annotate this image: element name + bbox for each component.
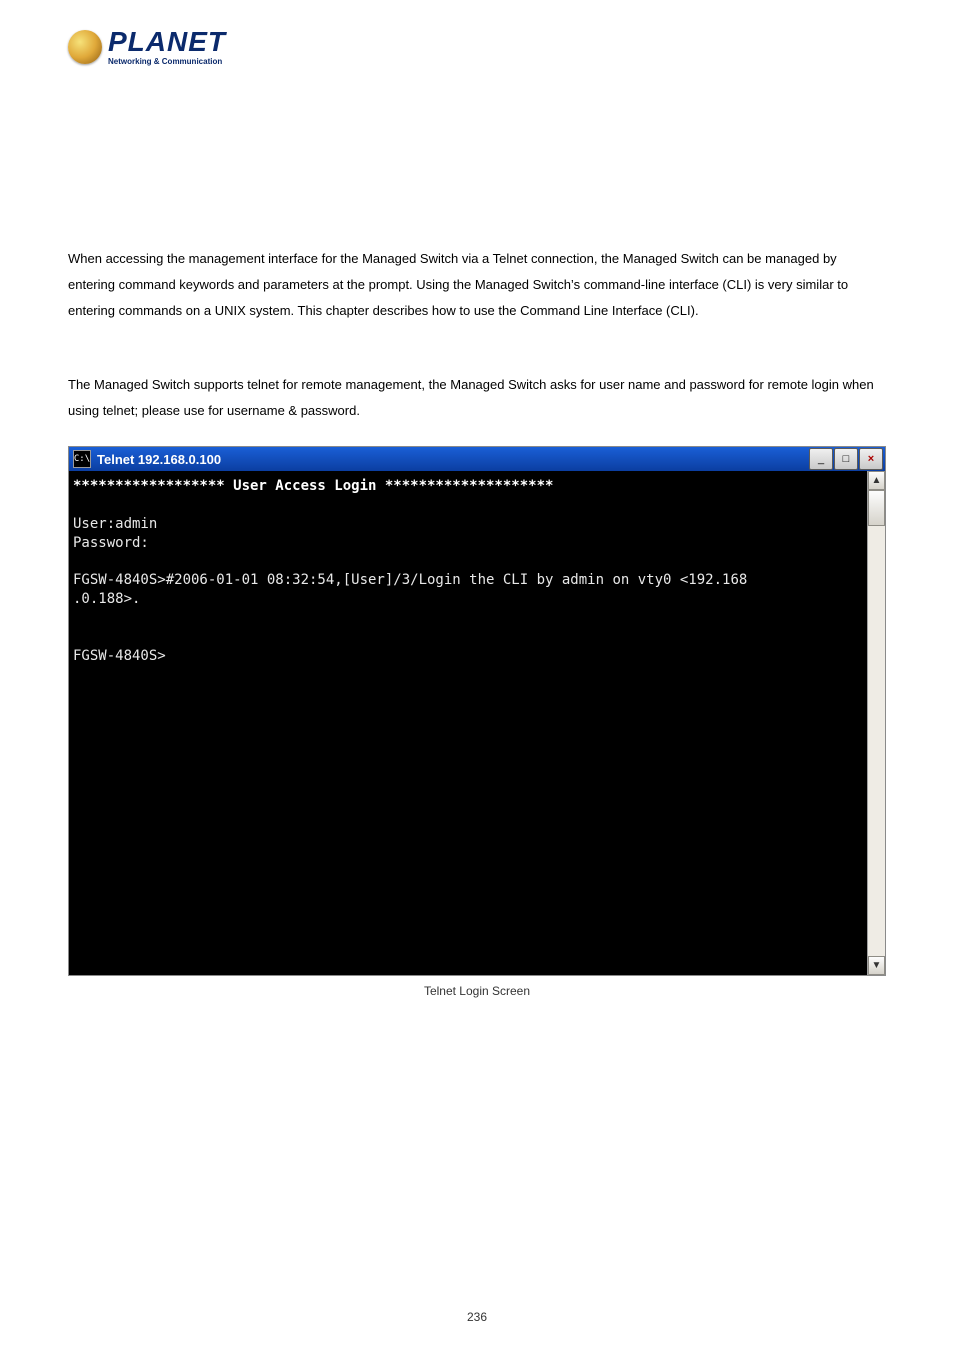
telnet-window: C:\ Telnet 192.168.0.100 _ □ × *********…: [68, 446, 886, 976]
maximize-icon: □: [843, 453, 850, 465]
arrow-up-icon: ▲: [872, 475, 882, 486]
minimize-icon: _: [818, 453, 824, 465]
terminal-log-line-b: .0.188>.: [73, 591, 140, 607]
brand-tagline: Networking & Communication: [108, 58, 226, 66]
scroll-thumb[interactable]: [868, 490, 885, 526]
window-title: Telnet 192.168.0.100: [97, 452, 221, 467]
intro-paragraph: When accessing the management interface …: [68, 246, 886, 324]
login-paragraph-pre: The Managed Switch supports telnet for r…: [68, 377, 874, 418]
page: PLANET Networking & Communication When a…: [0, 0, 954, 1350]
vertical-scrollbar[interactable]: ▲ ▼: [867, 471, 885, 975]
login-paragraph: The Managed Switch supports telnet for r…: [68, 372, 886, 424]
minimize-button[interactable]: _: [809, 448, 833, 470]
login-paragraph-post: for username & password.: [208, 403, 360, 418]
terminal-log-line-a: FGSW-4840S>#2006-01-01 08:32:54,[User]/3…: [73, 572, 747, 588]
terminal-password-line: Password:: [73, 535, 149, 551]
terminal-banner: ****************** User Access Login ***…: [73, 478, 553, 494]
scroll-up-button[interactable]: ▲: [868, 471, 885, 490]
brand-logo: PLANET Networking & Communication: [68, 28, 886, 66]
terminal-output[interactable]: ****************** User Access Login ***…: [69, 471, 867, 975]
window-titlebar: C:\ Telnet 192.168.0.100 _ □ ×: [69, 447, 885, 471]
page-number: 236: [0, 1310, 954, 1324]
cmd-icon: C:\: [73, 450, 91, 468]
brand-name: PLANET: [108, 28, 226, 56]
terminal-prompt: FGSW-4840S>: [73, 648, 166, 664]
brand-text: PLANET Networking & Communication: [108, 28, 226, 66]
terminal-user-line: User:admin: [73, 516, 157, 532]
close-icon: ×: [868, 453, 874, 465]
scroll-down-button[interactable]: ▼: [868, 956, 885, 975]
close-button[interactable]: ×: [859, 448, 883, 470]
arrow-down-icon: ▼: [872, 960, 882, 971]
maximize-button[interactable]: □: [834, 448, 858, 470]
globe-icon: [68, 30, 102, 64]
scroll-track[interactable]: [868, 490, 885, 956]
window-controls: _ □ ×: [809, 448, 883, 470]
figure-caption: Telnet Login Screen: [68, 984, 886, 998]
terminal-area: ****************** User Access Login ***…: [69, 471, 885, 975]
